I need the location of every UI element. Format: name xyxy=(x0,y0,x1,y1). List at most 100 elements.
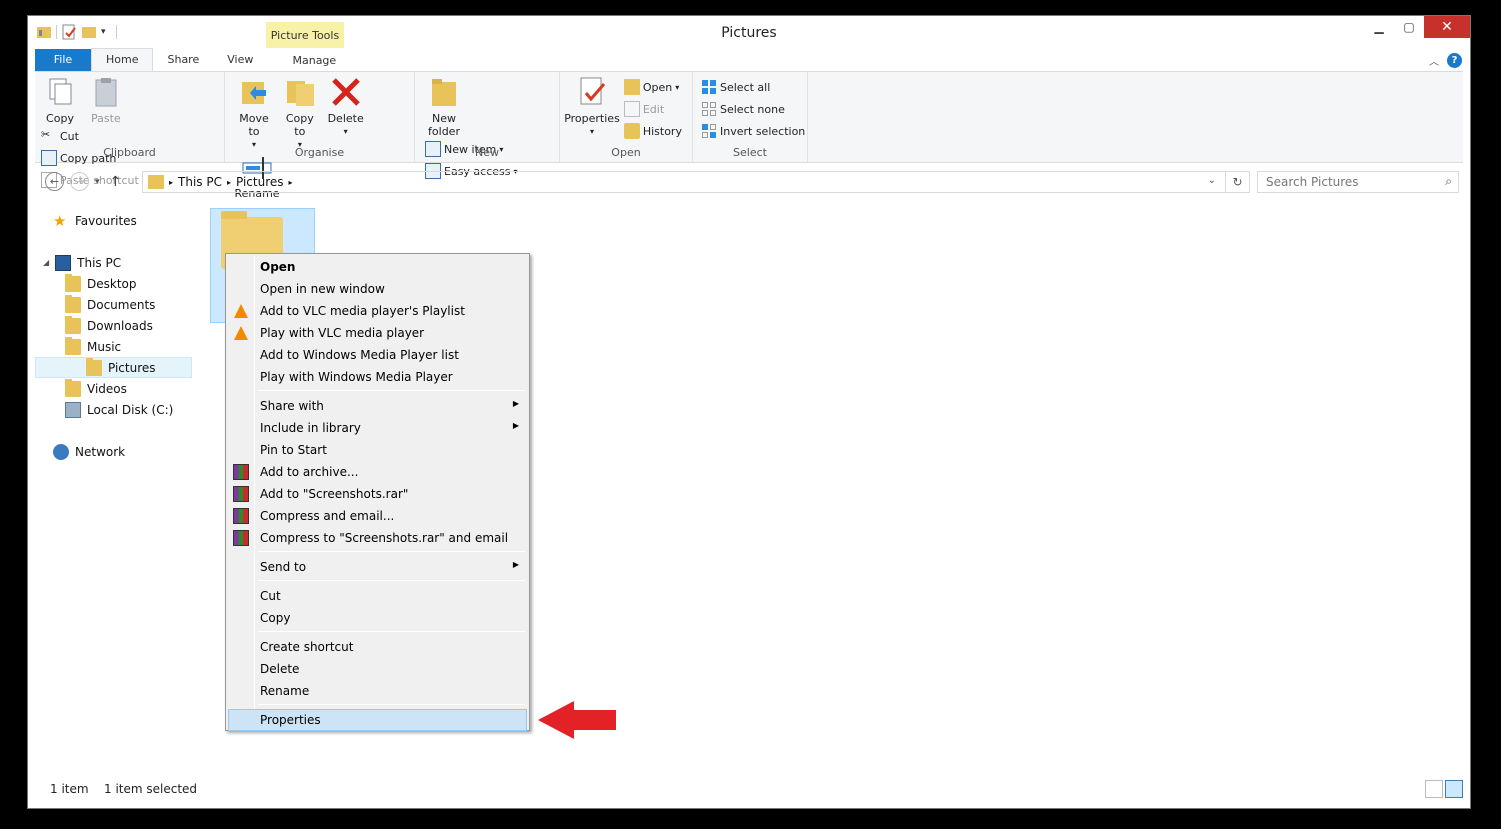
paste-icon xyxy=(90,76,122,108)
refresh-icon[interactable]: ↻ xyxy=(1226,171,1250,193)
title-bar: ▾ Picture Tools Pictures ▁ ▢ ✕ xyxy=(28,16,1470,48)
clipboard-group-label: Clipboard xyxy=(103,146,156,159)
history-button[interactable]: History xyxy=(623,120,682,142)
menu-item-add-to-rar[interactable]: Add to "Screenshots.rar" xyxy=(228,483,527,505)
menu-item-include-in-library[interactable]: Include in library ▶ xyxy=(228,417,527,439)
move-to-button[interactable]: Move to ▾ xyxy=(233,76,275,151)
collapse-ribbon-icon[interactable]: ︿ xyxy=(1429,53,1439,68)
menu-item-add-to-archive[interactable]: Add to archive... xyxy=(228,461,527,483)
nav-music[interactable]: Music xyxy=(65,336,121,357)
maximize-icon[interactable]: ▢ xyxy=(1394,16,1424,38)
menu-item-label: Add to archive... xyxy=(260,465,359,479)
tab-home[interactable]: Home xyxy=(91,48,154,71)
winrar-icon xyxy=(233,530,249,546)
window-title: Pictures xyxy=(721,25,777,41)
caption-buttons: ▁ ▢ ✕ xyxy=(1364,16,1470,38)
nav-videos[interactable]: Videos xyxy=(65,378,127,399)
copy-button[interactable]: Copy xyxy=(39,76,81,125)
open-group-label: Open xyxy=(611,146,641,159)
copy-to-button[interactable]: Copy to ▾ xyxy=(279,76,321,151)
select-all-label: Select all xyxy=(720,80,771,94)
delete-label: Delete xyxy=(327,112,364,125)
menu-item-compress-email[interactable]: Compress and email... xyxy=(228,505,527,527)
up-icon[interactable]: ↑ xyxy=(110,174,122,190)
large-icons-view-icon[interactable] xyxy=(1445,780,1463,798)
nav-network[interactable]: Network xyxy=(53,441,125,462)
minimize-icon[interactable]: ▁ xyxy=(1364,16,1394,38)
delete-button[interactable]: Delete ▾ xyxy=(325,76,367,138)
menu-item-open[interactable]: Open xyxy=(228,256,527,278)
menu-item-label: Send to xyxy=(260,560,307,574)
menu-item-send-to[interactable]: Send to ▶ xyxy=(228,556,527,578)
expand-icon[interactable]: ◢ xyxy=(43,258,49,267)
breadcrumb-separator-icon[interactable]: ▸ xyxy=(169,178,173,187)
nav-documents[interactable]: Documents xyxy=(65,294,155,315)
nav-desktop[interactable]: Desktop xyxy=(65,273,137,294)
group-organise: Move to ▾ Copy to ▾ Delete ▾ Rename Organis… xyxy=(225,72,415,200)
view-switcher xyxy=(1425,780,1463,798)
select-none-icon xyxy=(701,101,717,117)
tab-share[interactable]: Share xyxy=(153,49,213,71)
breadcrumb-pictures[interactable]: Pictures xyxy=(236,175,284,189)
select-none-label: Select none xyxy=(720,102,785,116)
network-icon xyxy=(53,443,69,460)
ribbon-tabs: File Home Share View Manage xyxy=(35,48,353,71)
menu-item-compress-rar-email[interactable]: Compress to "Screenshots.rar" and email xyxy=(228,527,527,549)
search-input[interactable]: Search Pictures ⌕ xyxy=(1257,171,1459,193)
paste-button[interactable]: Paste xyxy=(85,76,127,125)
new-folder-button[interactable]: New folder xyxy=(423,76,465,138)
address-bar[interactable]: ▸ This PC ▸ Pictures ▸ ⌄ xyxy=(142,171,1226,193)
close-icon[interactable]: ✕ xyxy=(1424,16,1470,38)
menu-item-vlc-playlist[interactable]: Add to VLC media player's Playlist xyxy=(228,300,527,322)
submenu-arrow-icon: ▶ xyxy=(512,560,519,569)
nav-favourites[interactable]: ★ Favourites xyxy=(53,210,137,231)
breadcrumb-separator-icon[interactable]: ▸ xyxy=(289,178,293,187)
details-view-icon[interactable] xyxy=(1425,780,1443,798)
invert-selection-label: Invert selection xyxy=(720,124,806,138)
open-button[interactable]: Open ▾ xyxy=(623,76,682,98)
cut-button[interactable]: ✂ Cut xyxy=(41,125,139,147)
recent-locations-icon[interactable]: ▾ xyxy=(95,177,100,187)
copy-to-icon xyxy=(284,76,316,108)
tab-view[interactable]: View xyxy=(213,49,267,71)
address-dropdown-icon[interactable]: ⌄ xyxy=(1208,175,1216,186)
nav-pictures[interactable]: Pictures xyxy=(35,357,192,378)
downloads-folder-icon xyxy=(65,315,81,334)
menu-item-properties[interactable]: Properties xyxy=(228,709,527,731)
invert-selection-button[interactable]: Invert selection xyxy=(701,120,805,142)
tab-file[interactable]: File xyxy=(35,49,91,71)
navigation-pane: ★ Favourites ◢ This PC Desktop Documents D… xyxy=(35,203,195,773)
menu-item-create-shortcut[interactable]: Create shortcut xyxy=(228,636,527,658)
menu-item-pin-to-start[interactable]: Pin to Start xyxy=(228,439,527,461)
search-placeholder: Search Pictures xyxy=(1266,175,1359,189)
edit-button[interactable]: Edit xyxy=(623,98,682,120)
menu-item-copy[interactable]: Copy xyxy=(228,607,527,629)
menu-item-open-in-new-window[interactable]: Open in new window xyxy=(228,278,527,300)
nav-this-pc[interactable]: ◢ This PC xyxy=(43,252,121,273)
forward-icon[interactable]: → xyxy=(70,172,89,191)
properties-button[interactable]: Properties ▾ xyxy=(564,76,620,138)
menu-item-play-wmp[interactable]: Play with Windows Media Player xyxy=(228,366,527,388)
status-bar: 1 item 1 item selected xyxy=(35,780,1463,802)
select-all-button[interactable]: Select all xyxy=(701,76,805,98)
menu-item-share-with[interactable]: Share with ▶ xyxy=(228,395,527,417)
select-none-button[interactable]: Select none xyxy=(701,98,805,120)
back-icon[interactable]: ← xyxy=(45,172,64,191)
tab-manage[interactable]: Manage xyxy=(275,49,353,71)
documents-folder-icon xyxy=(65,294,81,313)
help-icon[interactable]: ? xyxy=(1447,53,1462,68)
menu-item-play-vlc[interactable]: Play with VLC media player xyxy=(228,322,527,344)
submenu-arrow-icon: ▶ xyxy=(512,399,519,408)
menu-item-delete[interactable]: Delete xyxy=(228,658,527,680)
menu-item-rename[interactable]: Rename xyxy=(228,680,527,702)
breadcrumb-separator-icon[interactable]: ▸ xyxy=(227,178,231,187)
group-clipboard: Copy Paste ✂ Cut Copy path Paste shortcut… xyxy=(35,72,225,188)
nav-local-disk[interactable]: Local Disk (C:) xyxy=(65,399,173,420)
breadcrumb-this-pc[interactable]: This PC xyxy=(178,175,222,189)
desktop-folder-icon xyxy=(65,273,81,292)
menu-item-label: Play with VLC media player xyxy=(260,326,425,340)
menu-item-wmp-list[interactable]: Add to Windows Media Player list xyxy=(228,344,527,366)
menu-item-cut[interactable]: Cut xyxy=(228,585,527,607)
vlc-icon xyxy=(233,325,249,341)
nav-downloads[interactable]: Downloads xyxy=(65,315,153,336)
